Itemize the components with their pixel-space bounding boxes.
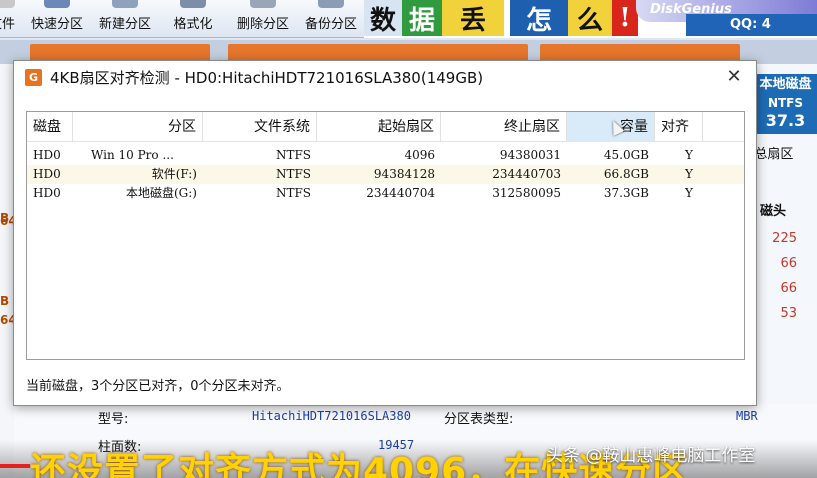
cell-partition: 软件(F:) bbox=[151, 167, 197, 181]
video-progress-bar[interactable] bbox=[0, 464, 30, 468]
cell-filesystem: NTFS bbox=[275, 167, 311, 181]
status-text: 当前磁盘，3个分区已对齐，0个分区未对齐。 bbox=[26, 379, 290, 394]
dialog-titlebar[interactable]: G 4KB扇区对齐检测 - HD0:HitachiHDT721016SLA380… bbox=[14, 61, 756, 93]
cell-disk: HD0 bbox=[33, 148, 61, 162]
cell-end-sector: 312580095 bbox=[492, 186, 561, 200]
model-value: HitachiHDT721016SLA380 bbox=[252, 409, 411, 423]
cell-disk: HD0 bbox=[33, 186, 61, 200]
partition-table-type-value: MBR bbox=[736, 409, 758, 423]
diskgenius-icon: G bbox=[25, 69, 42, 86]
dialog-title: 4KB扇区对齐检测 - HD0:HitachiHDT721016SLA380(1… bbox=[50, 69, 484, 87]
quick-partition-icon bbox=[44, 0, 70, 8]
cell-end-sector: 234440703 bbox=[492, 167, 561, 181]
delete-partition-button[interactable]: 删除分区 bbox=[232, 0, 294, 38]
left-panel-text: B bbox=[0, 294, 10, 308]
list-header: 磁盘 分区 文件系统 起始扇区 终止扇区 容量 对齐 bbox=[27, 112, 744, 142]
cell-aligned: Y bbox=[685, 148, 693, 162]
partition-table-type-label: 分区表类型: bbox=[444, 412, 514, 427]
file-icon bbox=[0, 0, 15, 8]
qq-label: QQ: 4 bbox=[686, 14, 817, 36]
cell-start-sector: 94384128 bbox=[373, 167, 435, 181]
cell-disk: HD0 bbox=[33, 167, 61, 181]
cell-capacity: 37.3GB bbox=[603, 186, 649, 200]
banner-tile: 数 bbox=[364, 0, 402, 36]
new-partition-button[interactable]: 新建分区 bbox=[94, 0, 156, 38]
backup-partition-button[interactable]: 备份分区 bbox=[300, 0, 362, 38]
format-button[interactable]: 格式化 bbox=[166, 0, 220, 38]
banner-tile: 丢 bbox=[442, 0, 504, 36]
disk-partition-tile[interactable]: 本地磁盘 NTFS 37.3 bbox=[754, 74, 817, 134]
backup-icon bbox=[318, 0, 344, 8]
table-row[interactable]: HD0 本地磁盘(G:) NTFS 234440704 312580095 37… bbox=[27, 184, 744, 203]
cell-filesystem: NTFS bbox=[275, 148, 311, 162]
banner-tile: 么 bbox=[568, 0, 612, 36]
disk-tile-name: 本地磁盘 bbox=[759, 77, 812, 92]
cell-partition: 本地磁盘(G:) bbox=[126, 186, 197, 200]
column-header-partition[interactable]: 分区 bbox=[73, 112, 203, 142]
alignment-check-dialog: G 4KB扇区对齐检测 - HD0:HitachiHDT721016SLA380… bbox=[13, 60, 757, 406]
banner-tile: 怎 bbox=[510, 0, 568, 36]
cell-capacity: 45.0GB bbox=[603, 148, 649, 162]
trash-icon bbox=[250, 0, 276, 8]
file-button[interactable]: 文件 bbox=[0, 0, 18, 38]
left-panel: B 64 B 64 bbox=[0, 64, 17, 478]
column-header-start-sector[interactable]: 起始扇区 bbox=[317, 112, 441, 142]
cell-aligned: Y bbox=[685, 167, 693, 181]
disk-tile-size: 37.3 bbox=[765, 111, 806, 130]
cell-end-sector: 94380031 bbox=[499, 148, 561, 162]
format-icon bbox=[180, 0, 206, 8]
toolbar: 文件 快速分区 新建分区 格式化 删除分区 备份分区 数 据 丢 怎 么 ! D… bbox=[0, 0, 817, 38]
cell-start-sector: 4096 bbox=[404, 148, 435, 162]
cell-start-sector: 234440704 bbox=[366, 186, 435, 200]
close-icon[interactable]: ✕ bbox=[720, 64, 748, 90]
new-partition-icon bbox=[112, 0, 138, 8]
table-row[interactable]: HD0 Win 10 Pro ... NTFS 4096 94380031 45… bbox=[27, 146, 744, 165]
column-header-disk[interactable]: 磁盘 bbox=[27, 112, 73, 142]
cell-filesystem: NTFS bbox=[275, 186, 311, 200]
watermark: 头条 @鞍山惠峰电脑工作室 bbox=[546, 446, 756, 466]
column-header-filesystem[interactable]: 文件系统 bbox=[203, 112, 317, 142]
partition-alignment-list[interactable]: 磁盘 分区 文件系统 起始扇区 终止扇区 容量 对齐 HD0 Win 10 Pr… bbox=[26, 111, 745, 360]
table-row[interactable]: HD0 软件(F:) NTFS 94384128 234440703 66.8G… bbox=[27, 165, 744, 184]
cell-capacity: 66.8GB bbox=[603, 167, 649, 181]
ad-banner[interactable]: 数 据 丢 怎 么 ! DiskGenius QQ: 4 bbox=[364, 0, 817, 38]
model-label: 型号: bbox=[98, 412, 129, 427]
cell-aligned: Y bbox=[685, 186, 693, 200]
column-header-end-sector[interactable]: 终止扇区 bbox=[441, 112, 567, 142]
disk-tile-fs: NTFS bbox=[767, 96, 804, 110]
column-header-aligned[interactable]: 对齐 bbox=[655, 112, 703, 142]
banner-tile: ! bbox=[612, 0, 638, 36]
banner-tile: 据 bbox=[402, 0, 442, 36]
cell-partition: Win 10 Pro ... bbox=[91, 148, 174, 162]
quick-partition-button[interactable]: 快速分区 bbox=[26, 0, 88, 38]
